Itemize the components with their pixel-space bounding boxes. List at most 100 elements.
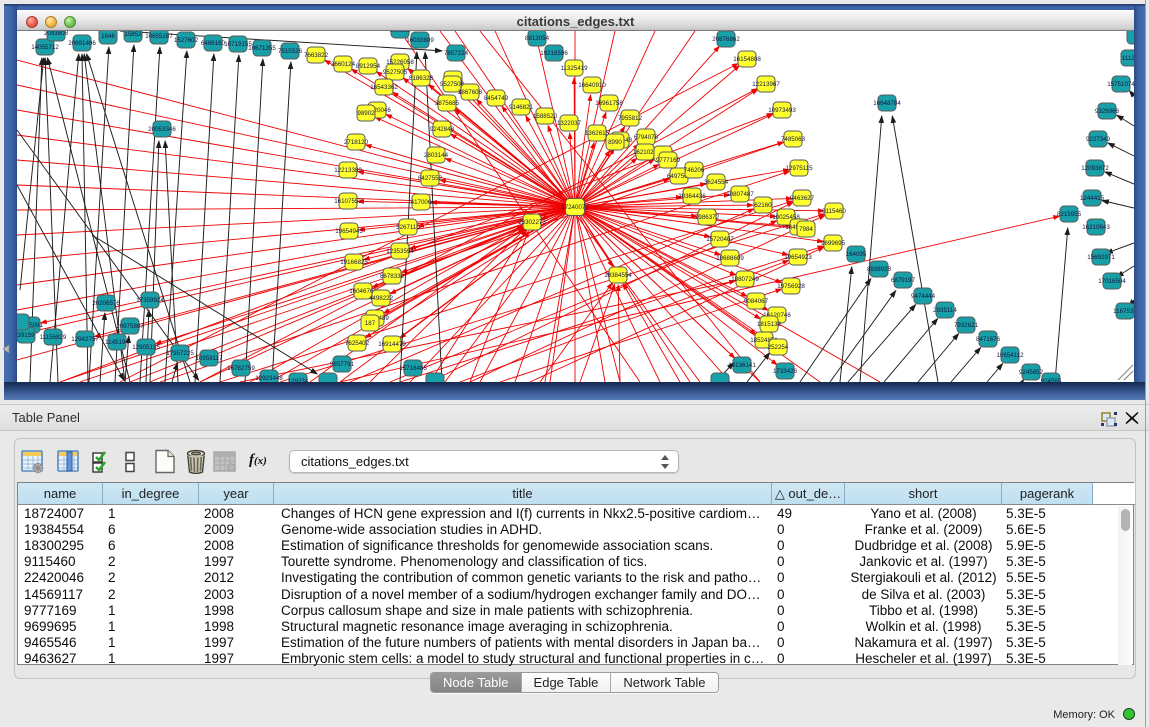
svg-text:129234: 129234 [288, 378, 309, 382]
svg-text:11325419: 11325419 [560, 65, 588, 72]
svg-text:8471676: 8471676 [976, 336, 1001, 343]
svg-text:1527602: 1527602 [174, 37, 199, 44]
svg-text:7663822: 7663822 [304, 52, 329, 59]
svg-text:1167533: 1167533 [1113, 308, 1134, 315]
svg-text:8990: 8990 [608, 139, 622, 146]
svg-text:16648784: 16648784 [873, 100, 901, 107]
svg-text:15720407: 15720407 [706, 236, 734, 243]
svg-text:16914479: 16914479 [378, 341, 406, 348]
svg-text:10973493: 10973493 [768, 107, 796, 114]
svg-text:12353594: 12353594 [386, 248, 414, 255]
svg-text:12905135: 12905135 [132, 344, 160, 351]
svg-text:16543362: 16543362 [370, 84, 398, 91]
svg-text:7515526: 7515526 [278, 48, 303, 55]
svg-text:1846: 1846 [101, 33, 115, 40]
svg-text:1815132: 1815132 [757, 321, 782, 328]
svg-text:2803144: 2803144 [424, 152, 449, 159]
svg-text:16154808: 16154808 [733, 56, 761, 63]
svg-text:8912954: 8912954 [356, 63, 381, 70]
svg-text:9115460: 9115460 [822, 208, 846, 215]
svg-text:3660124: 3660124 [331, 61, 356, 68]
svg-text:6879197: 6879197 [891, 277, 916, 284]
svg-text:7485063: 7485063 [781, 136, 806, 143]
svg-text:20975887: 20975887 [116, 323, 144, 330]
svg-text:12942757: 12942757 [71, 336, 99, 343]
svg-text:9699695: 9699695 [821, 240, 846, 247]
svg-text:19384554: 19384554 [604, 272, 632, 279]
svg-text:16961758: 16961758 [595, 100, 623, 107]
svg-text:23302273: 23302273 [518, 219, 546, 226]
svg-text:1588520: 1588520 [533, 113, 558, 120]
svg-text:3875685: 3875685 [435, 100, 460, 107]
svg-text:15852: 15852 [124, 31, 142, 38]
svg-text:7986372: 7986372 [695, 214, 720, 221]
svg-text:16107552: 16107552 [334, 198, 362, 205]
svg-text:8215955: 8215955 [1057, 211, 1082, 218]
svg-text:1322037: 1322037 [557, 120, 582, 127]
svg-text:8427552: 8427552 [418, 175, 443, 182]
svg-text:2935114: 2935114 [933, 307, 957, 314]
svg-text:8454749: 8454749 [484, 95, 509, 102]
svg-text:17240077: 17240077 [561, 204, 589, 211]
svg-text:19654923: 19654923 [784, 254, 812, 261]
svg-text:10807487: 10807487 [726, 191, 754, 198]
svg-text:2718120: 2718120 [344, 139, 369, 146]
svg-text:417006: 417006 [411, 199, 432, 206]
svg-text:16033809: 16033809 [406, 37, 434, 44]
svg-text:10654112: 10654112 [996, 352, 1024, 359]
svg-text:12923448: 12923448 [255, 375, 283, 382]
svg-text:20053346: 20053346 [148, 126, 176, 133]
svg-text:11156829: 11156829 [40, 334, 67, 341]
svg-text:6794078: 6794078 [634, 134, 659, 141]
svg-text:20206576: 20206576 [92, 300, 120, 307]
svg-text:9084067: 9084067 [744, 298, 769, 305]
svg-text:3267110: 3267110 [396, 224, 420, 231]
svg-text:15692971: 15692971 [1087, 254, 1115, 261]
svg-text:7984: 7984 [799, 226, 813, 233]
svg-text:17359924: 17359924 [136, 297, 164, 304]
svg-text:924565: 924565 [1041, 378, 1062, 382]
svg-text:746206: 746206 [684, 167, 705, 174]
svg-text:10958117: 10958117 [195, 355, 223, 362]
svg-text:9474444: 9474444 [911, 293, 936, 300]
svg-text:9227349: 9227349 [1086, 136, 1111, 143]
svg-text:12093872: 12093872 [1081, 165, 1109, 172]
svg-text:1733426: 1733426 [773, 368, 798, 375]
svg-text:19756928: 19756928 [777, 283, 805, 290]
svg-text:16640910: 16640910 [578, 82, 606, 89]
svg-text:15716485: 15716485 [399, 365, 427, 372]
svg-text:2093808: 2093808 [44, 31, 69, 37]
svg-text:17016504: 17016504 [1098, 278, 1126, 285]
svg-text:12975115: 12975115 [785, 165, 813, 172]
svg-text:14136141: 14136141 [728, 362, 756, 369]
svg-text:15751074: 15751074 [1107, 81, 1134, 88]
svg-text:187: 187 [365, 320, 376, 327]
svg-text:11123: 11123 [1122, 55, 1134, 62]
svg-text:20876862: 20876862 [712, 36, 740, 43]
svg-text:10671355: 10671355 [248, 45, 276, 52]
svg-text:4498222: 4498222 [369, 295, 394, 302]
svg-text:14055712: 14055712 [31, 44, 59, 51]
svg-text:2867608: 2867608 [458, 89, 483, 96]
svg-text:1244415: 1244415 [1080, 195, 1105, 202]
svg-text:7955812: 7955812 [618, 115, 643, 122]
svg-text:16782759: 16782759 [227, 365, 255, 372]
svg-text:18807249: 18807249 [731, 276, 759, 283]
svg-text:9857791: 9857791 [330, 361, 355, 368]
svg-text:19654943: 19654943 [335, 228, 363, 235]
svg-text:8938928: 8938928 [867, 266, 892, 273]
svg-text:10655287: 10655287 [145, 33, 173, 40]
svg-text:10688609: 10688609 [716, 255, 744, 262]
svg-text:12213967: 12213967 [752, 81, 780, 88]
svg-text:62160: 62160 [754, 202, 772, 209]
svg-text:9242848: 9242848 [430, 126, 455, 133]
svg-text:20691406: 20691406 [68, 40, 96, 47]
svg-text:7857224: 7857224 [444, 50, 469, 57]
svg-text:19166825: 19166825 [340, 259, 368, 266]
svg-text:164095: 164095 [846, 251, 867, 258]
svg-text:9527505: 9527505 [383, 69, 408, 76]
svg-text:20364436: 20364436 [678, 193, 706, 200]
svg-text:19218596: 19218596 [540, 50, 568, 57]
svg-text:8813054: 8813054 [525, 35, 550, 42]
svg-text:17957225: 17957225 [166, 350, 194, 357]
